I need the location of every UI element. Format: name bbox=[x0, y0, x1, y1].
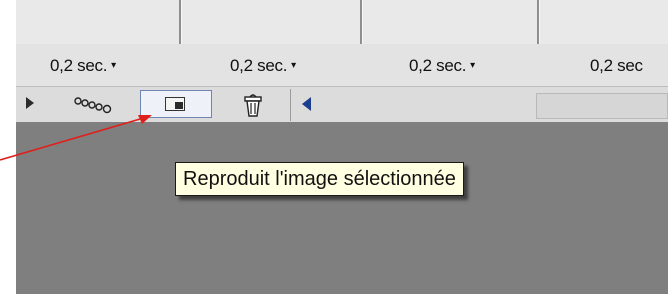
annotation-arrow bbox=[0, 115, 152, 161]
